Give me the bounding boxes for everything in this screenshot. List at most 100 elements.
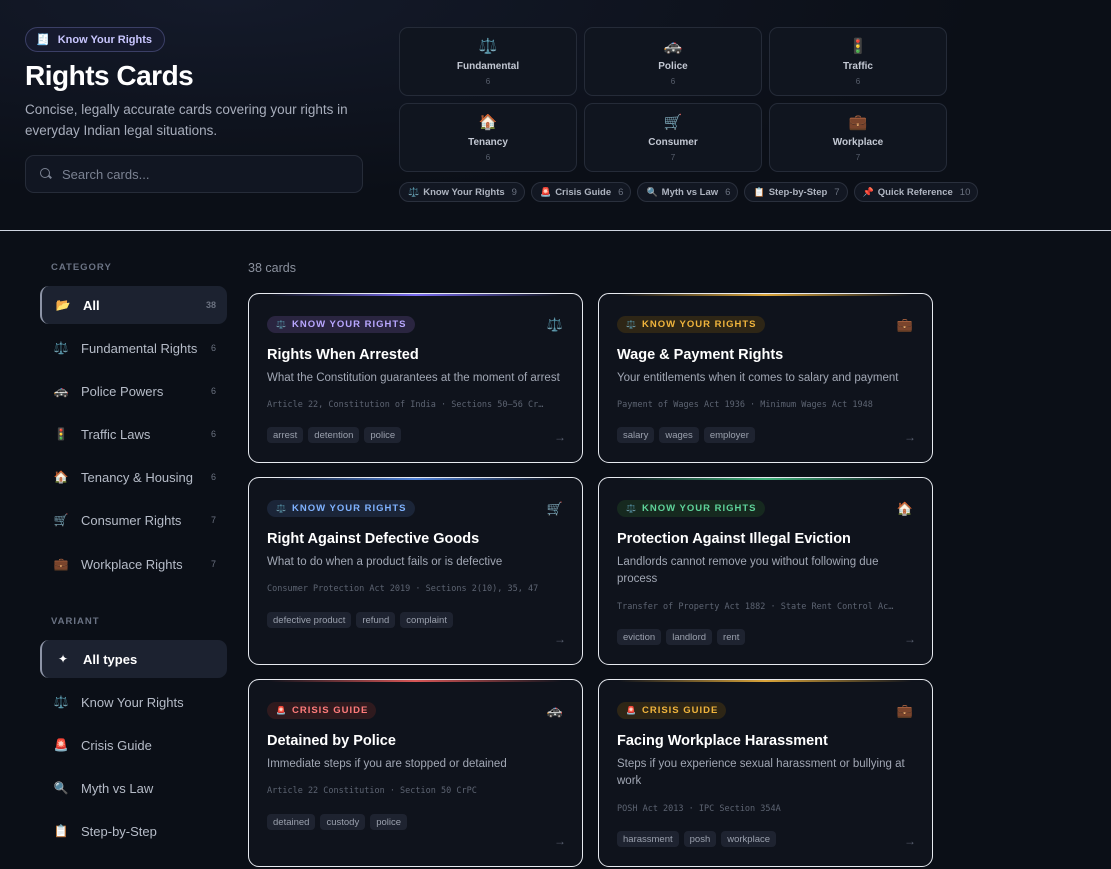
sidebar-variant-know-your-rights[interactable]: ⚖️ Know Your Rights xyxy=(40,683,227,721)
tag[interactable]: police xyxy=(364,427,402,443)
tag[interactable]: harassment xyxy=(617,831,679,847)
shopping-cart-icon: 🛒 xyxy=(546,501,563,516)
shopping-cart-icon: 🛒 xyxy=(663,114,683,131)
variant-badge-label: CRISIS GUIDE xyxy=(641,705,719,716)
sidebar-variant-crisis-guide[interactable]: 🚨 Crisis Guide xyxy=(40,726,227,764)
arrow-right-icon[interactable]: → xyxy=(554,430,566,444)
variant-chip-label: Quick Reference xyxy=(877,186,953,198)
sidebar-item-count: 6 xyxy=(210,386,216,396)
variant-chip-crisis-guide[interactable]: 🚨 Crisis Guide 6 xyxy=(530,182,632,202)
card-tags: harassment posh workplace xyxy=(617,831,777,847)
rights-card[interactable]: 🚨 CRISIS GUIDE 🚓 Detained by Police Imme… xyxy=(248,679,583,867)
variant-chip-myth-vs-law[interactable]: 🔍 Myth vs Law 6 xyxy=(637,182,739,202)
pushpin-icon: 📌 xyxy=(862,186,874,197)
rights-card[interactable]: ⚖️ KNOW YOUR RIGHTS 🏠 Protection Against… xyxy=(598,477,933,665)
police-car-icon: 🚓 xyxy=(546,703,563,718)
rights-card[interactable]: ⚖️ KNOW YOUR RIGHTS ⚖️ Rights When Arres… xyxy=(248,293,583,463)
card-legal-reference: Payment of Wages Act 1936 · Minimum Wage… xyxy=(617,400,873,410)
tag[interactable]: salary xyxy=(617,427,655,443)
sidebar-item-traffic-laws[interactable]: 🚦 Traffic Laws 6 xyxy=(40,415,227,453)
tag[interactable]: rent xyxy=(717,629,746,645)
tag[interactable]: refund xyxy=(356,612,396,628)
tag[interactable]: eviction xyxy=(617,629,662,645)
sidebar-item-count: 6 xyxy=(210,343,216,353)
section-pill-label: Know Your Rights xyxy=(57,33,153,46)
category-tile-consumer[interactable]: 🛒 Consumer 7 xyxy=(584,103,762,172)
sidebar-variant-myth-vs-law[interactable]: 🔍 Myth vs Law xyxy=(40,769,227,807)
scales-icon: ⚖️ xyxy=(626,504,636,513)
card-description: Steps if you experience sexual harassmen… xyxy=(617,758,905,787)
tag[interactable]: police xyxy=(370,814,408,830)
tag[interactable]: arrest xyxy=(267,427,304,443)
variant-chip-label: Crisis Guide xyxy=(555,186,612,198)
category-tile-count: 6 xyxy=(485,153,491,162)
sidebar-item-consumer-rights[interactable]: 🛒 Consumer Rights 7 xyxy=(40,501,227,539)
variant-chip-count: 9 xyxy=(511,186,517,198)
variant-badge-label: KNOW YOUR RIGHTS xyxy=(291,319,407,330)
folder-icon: 📂 xyxy=(55,298,71,312)
card-accent-bar xyxy=(619,680,912,682)
card-legal-reference: POSH Act 2013 · IPC Section 354A xyxy=(617,804,781,814)
sidebar-variant-all-types[interactable]: ✦ All types xyxy=(40,640,227,678)
tag[interactable]: defective product xyxy=(267,612,352,628)
search-box[interactable] xyxy=(25,155,363,193)
card-description: What to do when a product fails or is de… xyxy=(267,556,503,568)
tag[interactable]: detention xyxy=(308,427,360,443)
sidebar-item-tenancy-housing[interactable]: 🏠 Tenancy & Housing 6 xyxy=(40,458,227,496)
search-input[interactable] xyxy=(62,166,342,182)
arrow-right-icon[interactable]: → xyxy=(904,430,916,444)
sidebar-item-label: Traffic Laws xyxy=(81,426,151,442)
card-title: Wage & Payment Rights xyxy=(617,347,784,363)
scales-icon: ⚖️ xyxy=(546,317,563,332)
rights-card[interactable]: 🚨 CRISIS GUIDE 💼 Facing Workplace Harass… xyxy=(598,679,933,867)
category-heading: CATEGORY xyxy=(51,262,112,273)
sidebar-item-police-powers[interactable]: 🚓 Police Powers 6 xyxy=(40,372,227,410)
page-header: 🧾 Know Your Rights Rights Cards Concise,… xyxy=(0,0,1111,231)
tag[interactable]: custody xyxy=(320,814,366,830)
category-tile-fundamental[interactable]: ⚖️ Fundamental 6 xyxy=(399,27,577,96)
category-tile-count: 6 xyxy=(855,77,861,86)
category-tile-label: Consumer xyxy=(648,137,698,148)
arrow-right-icon[interactable]: → xyxy=(554,632,566,646)
tag[interactable]: landlord xyxy=(666,629,713,645)
arrow-right-icon[interactable]: → xyxy=(554,834,566,848)
scales-icon: ⚖️ xyxy=(53,695,69,709)
card-description: Your entitlements when it comes to salar… xyxy=(617,372,899,384)
category-tile-workplace[interactable]: 💼 Workplace 7 xyxy=(769,103,947,172)
arrow-right-icon[interactable]: → xyxy=(904,834,916,848)
sidebar-item-label: Consumer Rights xyxy=(81,512,182,528)
category-tile-police[interactable]: 🚓 Police 6 xyxy=(584,27,762,96)
rights-card[interactable]: ⚖️ KNOW YOUR RIGHTS 💼 Wage & Payment Rig… xyxy=(598,293,933,463)
variant-chip-know-your-rights[interactable]: ⚖️ Know Your Rights 9 xyxy=(399,182,525,202)
tag[interactable]: workplace xyxy=(721,831,777,847)
variant-chip-step-by-step[interactable]: 📋 Step-by-Step 7 xyxy=(744,182,848,202)
variant-chip-quick-reference[interactable]: 📌 Quick Reference 10 xyxy=(853,182,979,202)
sidebar-item-count: 6 xyxy=(210,429,216,439)
variant-badge: 🚨 CRISIS GUIDE xyxy=(267,702,377,719)
category-tile-traffic[interactable]: 🚦 Traffic 6 xyxy=(769,27,947,96)
card-legal-reference: Consumer Protection Act 2019 · Sections … xyxy=(267,584,539,594)
card-title: Detained by Police xyxy=(267,733,396,749)
sidebar-item-all[interactable]: 📂 All 38 xyxy=(40,286,227,324)
tag[interactable]: employer xyxy=(703,427,755,443)
tag[interactable]: wages xyxy=(659,427,699,443)
magnifier-icon: 🔍 xyxy=(53,781,69,795)
sidebar-item-count: 38 xyxy=(205,300,216,310)
sidebar-item-label: Tenancy & Housing xyxy=(81,469,194,485)
card-legal-reference: Transfer of Property Act 1882 · State Re… xyxy=(617,602,897,612)
card-title: Protection Against Illegal Eviction xyxy=(617,531,851,547)
sidebar-item-fundamental-rights[interactable]: ⚖️ Fundamental Rights 6 xyxy=(40,329,227,367)
arrow-right-icon[interactable]: → xyxy=(904,632,916,646)
category-tile-tenancy[interactable]: 🏠 Tenancy 6 xyxy=(399,103,577,172)
tag[interactable]: posh xyxy=(683,831,717,847)
sidebar-item-label: Fundamental Rights xyxy=(81,340,198,356)
category-tile-label: Traffic xyxy=(842,61,873,72)
search-icon xyxy=(40,168,52,180)
rights-card[interactable]: ⚖️ KNOW YOUR RIGHTS 🛒 Right Against Defe… xyxy=(248,477,583,665)
sidebar-item-workplace-rights[interactable]: 💼 Workplace Rights 7 xyxy=(40,545,227,583)
tag[interactable]: complaint xyxy=(400,612,453,628)
category-tile-count: 6 xyxy=(485,77,491,86)
tag[interactable]: detained xyxy=(267,814,316,830)
sidebar-variant-step-by-step[interactable]: 📋 Step-by-Step xyxy=(40,812,227,850)
variant-chip-label: Step-by-Step xyxy=(768,186,828,198)
